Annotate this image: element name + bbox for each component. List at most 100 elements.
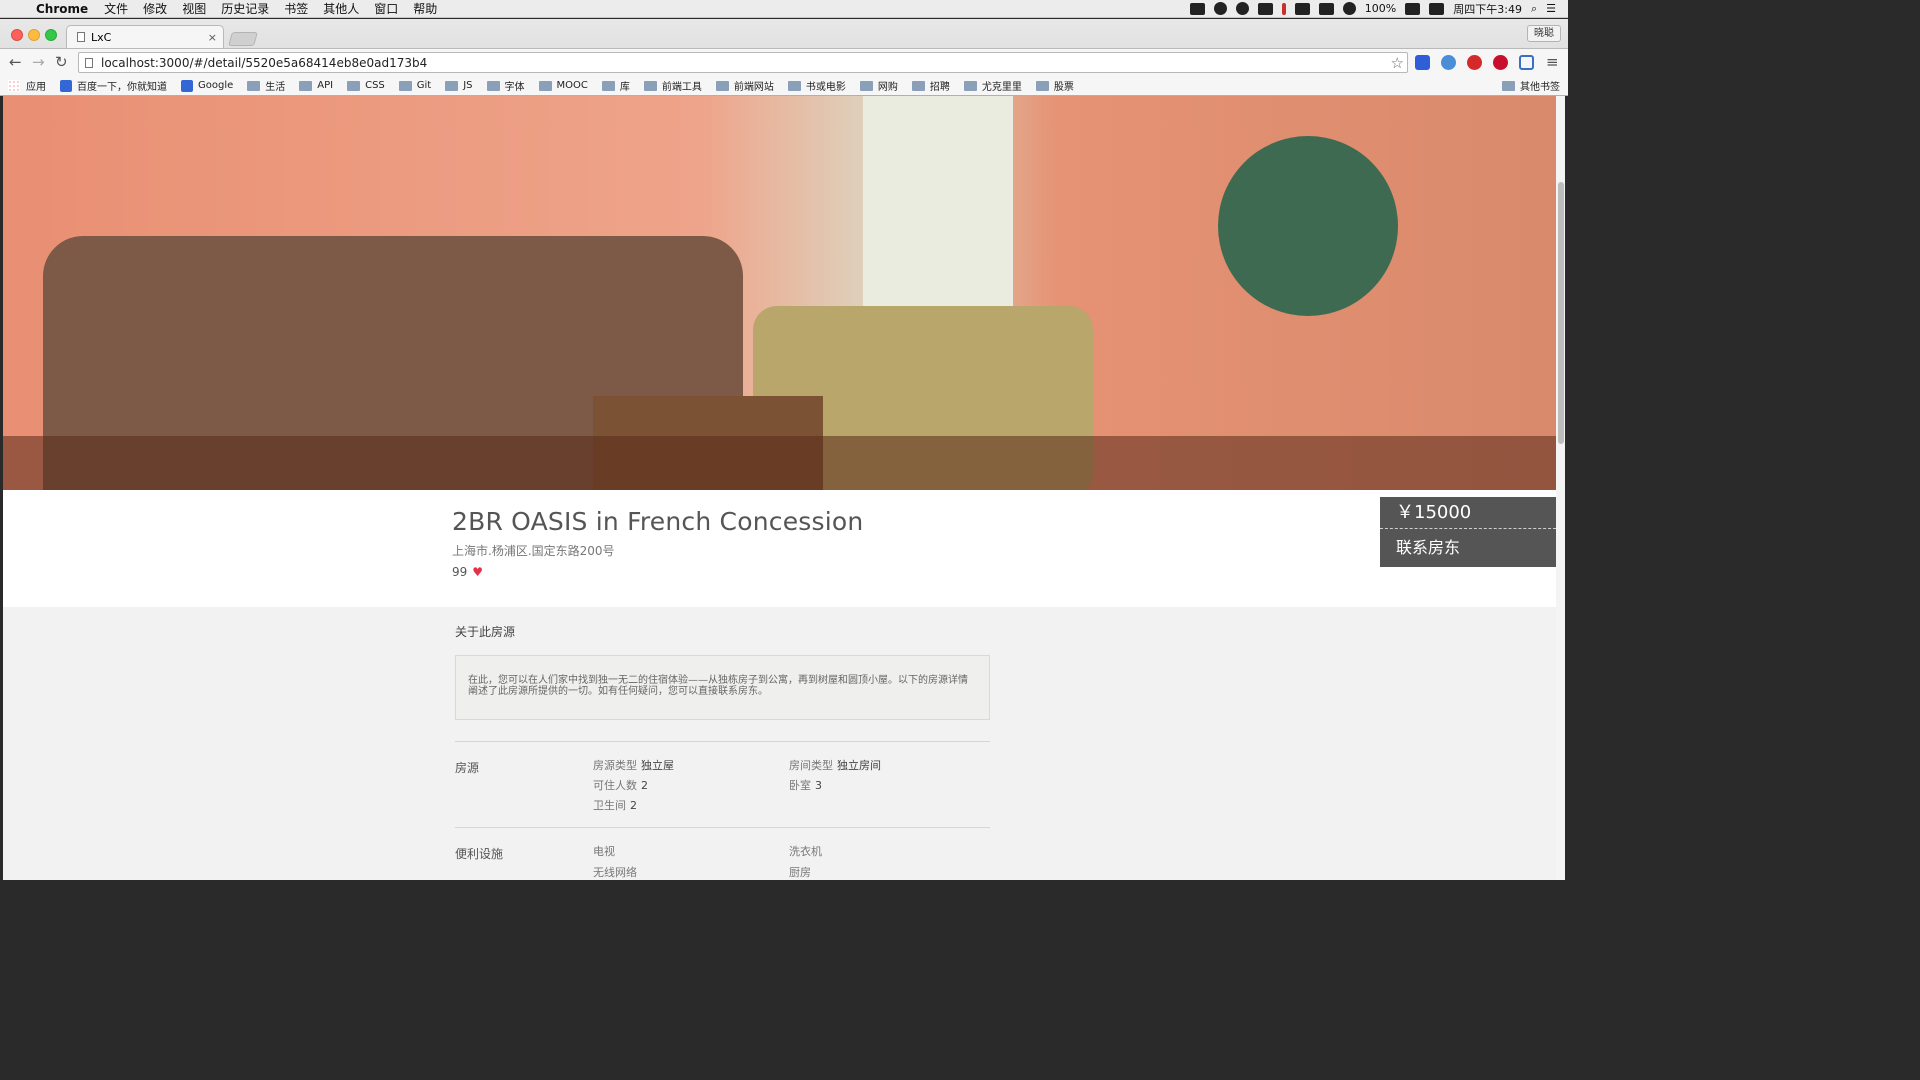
folder-icon bbox=[787, 80, 801, 91]
folder-icon bbox=[911, 80, 925, 91]
bookmark-folder[interactable]: 库 bbox=[601, 78, 630, 93]
folder-icon bbox=[963, 80, 977, 91]
google-icon bbox=[181, 79, 193, 92]
notification-center-icon[interactable]: ☰ bbox=[1546, 2, 1556, 15]
folder-icon bbox=[445, 80, 459, 91]
folder-icon bbox=[538, 80, 552, 91]
bookmark-folder[interactable]: Git bbox=[398, 80, 431, 91]
bookmark-google[interactable]: Google bbox=[181, 79, 233, 92]
menu-history[interactable]: 历史记录 bbox=[221, 0, 269, 17]
menu-bookmarks[interactable]: 书签 bbox=[284, 0, 308, 17]
translate-extension-icon[interactable] bbox=[1441, 55, 1456, 70]
airplay-icon[interactable] bbox=[1294, 2, 1310, 15]
macos-menubar: Chrome 文件 修改 视图 历史记录 书签 其他人 窗口 帮助 100% 周… bbox=[0, 0, 1568, 18]
close-window-button[interactable] bbox=[11, 29, 23, 41]
property-type: 房源类型 独立屋 bbox=[593, 757, 674, 773]
pause-icon[interactable] bbox=[1281, 2, 1286, 15]
screen-capture-extension-icon[interactable] bbox=[1519, 55, 1534, 70]
minimize-window-button[interactable] bbox=[28, 29, 40, 41]
scrollbar-thumb[interactable] bbox=[1558, 182, 1564, 444]
menu-edit[interactable]: 修改 bbox=[143, 0, 167, 17]
bookmark-label: API bbox=[317, 80, 334, 91]
bookmark-folder[interactable]: 招聘 bbox=[911, 78, 950, 93]
profile-button[interactable]: 晓聪 bbox=[1527, 25, 1561, 42]
menu-app-name[interactable]: Chrome bbox=[36, 2, 88, 16]
bookmark-label: 百度一下，你就知道 bbox=[77, 82, 167, 93]
amenity-item: 厨房 bbox=[789, 866, 811, 879]
bookmark-folder[interactable]: 股票 bbox=[1035, 78, 1074, 93]
adblock-extension-icon[interactable] bbox=[1493, 55, 1508, 70]
spotlight-icon[interactable]: ⌕ bbox=[1531, 2, 1537, 16]
bookmark-folder[interactable]: API bbox=[299, 80, 333, 91]
browser-toolbar: ← → ↻ localhost:3000/#/detail/5520e5a684… bbox=[0, 48, 1568, 76]
bookmark-apps[interactable]: 应用 bbox=[8, 78, 46, 93]
wifi-icon[interactable] bbox=[1342, 2, 1356, 15]
baidu-icon bbox=[60, 79, 72, 92]
address-bar[interactable]: localhost:3000/#/detail/5520e5a68414eb8e… bbox=[78, 52, 1408, 73]
chrome-menu-icon[interactable]: ≡ bbox=[1546, 53, 1559, 71]
memory-icon[interactable] bbox=[1318, 2, 1334, 15]
menubar-clock[interactable]: 周四下午3:49 bbox=[1453, 1, 1522, 17]
bookmark-label: 尤克里里 bbox=[981, 82, 1022, 93]
amenities-section-label: 便利设施 bbox=[455, 847, 504, 861]
detail-label: 房源类型 bbox=[593, 759, 637, 772]
menu-window[interactable]: 窗口 bbox=[374, 0, 398, 17]
other-bookmarks[interactable]: 其他书签 bbox=[1502, 78, 1560, 93]
forward-icon[interactable]: → bbox=[32, 53, 45, 71]
bookmark-folder[interactable]: 网购 bbox=[859, 78, 898, 93]
detail-value: 独立屋 bbox=[641, 759, 674, 772]
reload-icon[interactable]: ↻ bbox=[55, 53, 68, 71]
detail-label: 卫生间 bbox=[593, 799, 626, 812]
paw-extension-icon[interactable] bbox=[1415, 55, 1430, 70]
mail-icon[interactable] bbox=[1235, 2, 1249, 15]
skype-icon[interactable] bbox=[1429, 2, 1445, 15]
page-scrollbar[interactable] bbox=[1556, 96, 1565, 880]
page-info-icon[interactable] bbox=[85, 57, 93, 68]
menu-view[interactable]: 视图 bbox=[182, 0, 206, 17]
bookmarks-bar: 应用 百度一下，你就知道 Google 生活 API CSS Git JS 字体… bbox=[0, 76, 1568, 96]
bookmark-folder[interactable]: CSS bbox=[347, 80, 385, 91]
detail-value: 独立房间 bbox=[837, 759, 881, 772]
bookmark-baidu[interactable]: 百度一下，你就知道 bbox=[60, 78, 167, 93]
menu-help[interactable]: 帮助 bbox=[413, 0, 437, 17]
folder-icon bbox=[299, 80, 313, 91]
menu-file[interactable]: 文件 bbox=[104, 0, 128, 17]
bookmark-folder[interactable]: 书或电影 bbox=[787, 78, 846, 93]
folder-icon bbox=[1035, 80, 1049, 91]
heart-icon[interactable]: ♥ bbox=[472, 565, 483, 579]
bookmark-folder[interactable]: 前端工具 bbox=[643, 78, 702, 93]
sync-icon[interactable] bbox=[1257, 2, 1273, 15]
close-tab-icon[interactable]: × bbox=[208, 31, 217, 44]
battery-icon[interactable] bbox=[1405, 2, 1421, 15]
maximize-window-button[interactable] bbox=[45, 29, 57, 41]
browser-chrome: LxC × 晓聪 ← → ↻ localhost:3000/#/detail/5… bbox=[0, 19, 1568, 96]
folder-icon bbox=[486, 80, 500, 91]
bookmark-folder[interactable]: MOOC bbox=[538, 80, 588, 91]
bookmark-folder[interactable]: 生活 bbox=[247, 78, 285, 93]
bookmark-folder[interactable]: JS bbox=[445, 80, 473, 91]
bathrooms-count: 卫生间 2 bbox=[593, 797, 637, 813]
amenity-item: 无线网络 bbox=[593, 866, 637, 879]
bookmark-folder[interactable]: 字体 bbox=[486, 78, 525, 93]
back-icon[interactable]: ← bbox=[9, 53, 22, 71]
bell-icon[interactable] bbox=[1213, 2, 1227, 15]
contact-host-button[interactable]: 联系房东 bbox=[1380, 529, 1556, 566]
new-tab-button[interactable] bbox=[228, 32, 258, 46]
bookmark-label: 前端工具 bbox=[661, 82, 702, 93]
tab-title: LxC bbox=[91, 30, 112, 44]
likes-count[interactable]: 99 ♥ bbox=[452, 565, 483, 579]
bookmark-star-icon[interactable]: ☆ bbox=[1391, 54, 1404, 72]
menu-people[interactable]: 其他人 bbox=[323, 0, 359, 17]
guests-count: 可住人数 2 bbox=[593, 777, 648, 793]
detail-label: 房间类型 bbox=[789, 759, 833, 772]
battery-percent: 100% bbox=[1364, 2, 1397, 15]
bookmark-folder[interactable]: 前端网站 bbox=[715, 78, 774, 93]
folder-icon bbox=[601, 80, 615, 91]
about-section-title: 关于此房源 bbox=[455, 625, 516, 639]
cloud-icon[interactable] bbox=[1189, 2, 1205, 15]
url-text[interactable]: localhost:3000/#/detail/5520e5a68414eb8e… bbox=[101, 56, 427, 70]
record-extension-icon[interactable] bbox=[1467, 55, 1482, 70]
browser-tab[interactable]: LxC × bbox=[66, 25, 224, 48]
section-divider bbox=[455, 827, 990, 828]
bookmark-folder[interactable]: 尤克里里 bbox=[963, 78, 1022, 93]
